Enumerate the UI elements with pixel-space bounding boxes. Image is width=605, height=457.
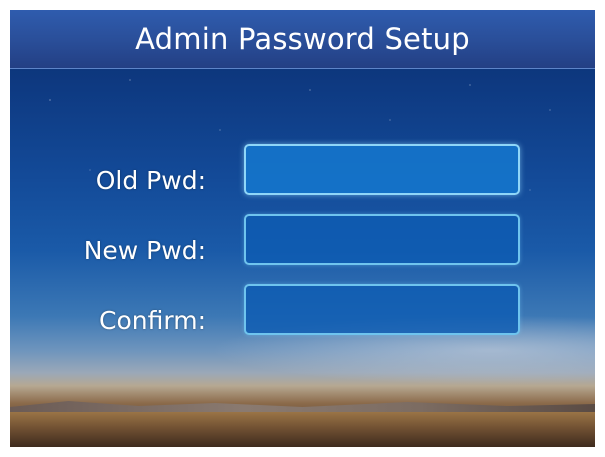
new-password-field[interactable]: [244, 214, 520, 265]
confirm-password-label: Confirm:: [99, 306, 206, 335]
old-password-field[interactable]: [244, 144, 520, 195]
device-screen: Admin Password Setup Old Pwd: New Pwd: C…: [10, 10, 595, 447]
old-password-label: Old Pwd:: [95, 166, 206, 195]
desert-ground-background: [10, 412, 595, 447]
page-title: Admin Password Setup: [135, 22, 470, 56]
confirm-password-field[interactable]: [244, 284, 520, 335]
title-bar: Admin Password Setup: [10, 10, 595, 69]
new-password-label: New Pwd:: [83, 236, 206, 265]
